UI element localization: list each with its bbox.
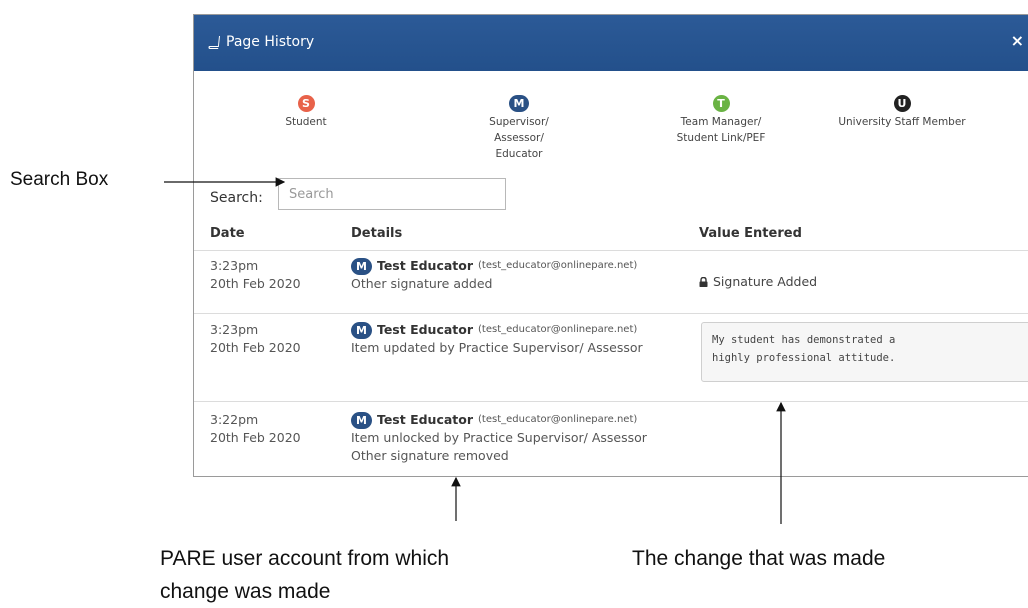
annotation-user-account-line2: change was made [160,580,331,603]
annotation-arrows [164,177,786,524]
annotation-search-box: Search Box [10,169,109,190]
annotation-change-made: The change that was made [632,547,886,570]
annotation-user-account: PARE user account from which change was … [160,542,449,608]
annotation-user-account-line1: PARE user account from which [160,547,450,570]
